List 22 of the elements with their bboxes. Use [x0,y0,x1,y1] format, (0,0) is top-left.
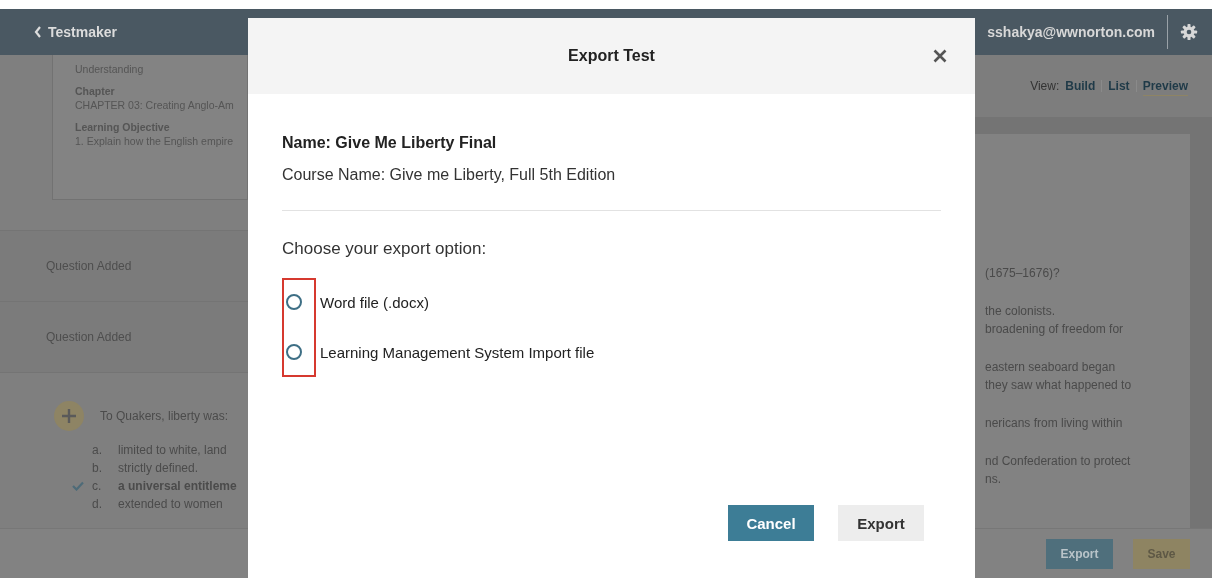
view-label: View: [1030,79,1060,93]
course-name: Course Name: Give me Liberty, Full 5th Edition [282,166,617,184]
radio-button[interactable] [286,344,302,360]
export-button[interactable]: Export [838,505,924,541]
cancel-button[interactable]: Cancel [728,505,814,541]
view-tab[interactable]: Preview [1142,76,1188,96]
chevron-left-icon [34,26,42,38]
view-tab[interactable]: Build [1065,76,1096,96]
export-prompt: Choose your export option: [282,239,488,259]
settings-icon[interactable] [1180,23,1198,41]
user-email[interactable]: sshakya@wwnorton.com [987,24,1155,40]
dialog-title: Export Test [568,47,655,65]
close-icon[interactable] [933,49,947,63]
option-label[interactable]: Word file (.docx) [320,293,429,311]
option-label[interactable]: Learning Management System Import file [320,343,595,361]
back-link[interactable]: Testmaker [34,24,117,40]
view-tab[interactable]: List [1108,76,1130,96]
export-button[interactable]: Export [1046,538,1113,569]
radio-button[interactable] [286,294,302,310]
test-name: Name: Give Me Liberty Final [282,134,498,152]
question-text: eastern seaboard began they saw what happened to [985,359,1133,394]
question-text: (1675–1676)? [985,265,1061,282]
